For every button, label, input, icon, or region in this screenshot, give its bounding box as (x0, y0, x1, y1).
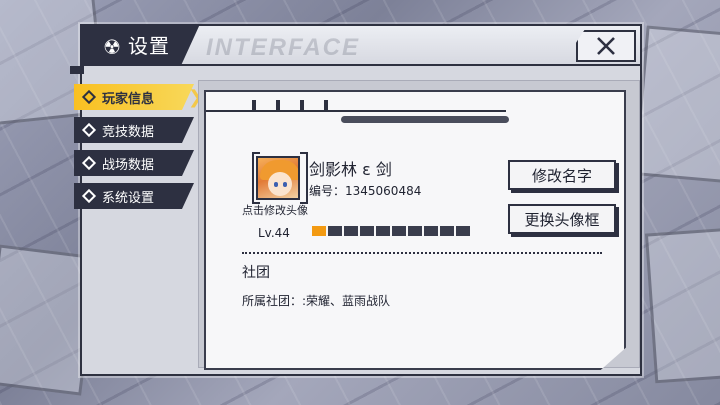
diamond-icon (81, 155, 97, 171)
xp-segment (408, 226, 422, 236)
xp-segment (456, 226, 470, 236)
change-avatar-hint[interactable]: 点击修改头像 (242, 202, 308, 218)
sidebar-item-player-info[interactable]: 玩家信息 (74, 84, 194, 110)
sidebar-item-arena-data[interactable]: 竞技数据 (74, 117, 194, 143)
player-id: 编号：1345060484 (309, 184, 422, 198)
player-level: Lv.44 (258, 226, 290, 240)
xp-segment (360, 226, 374, 236)
xp-segment (376, 226, 390, 236)
radiation-icon: ☢ (103, 35, 121, 59)
sidebar-item-system-settings[interactable]: 系统设置 (74, 183, 194, 209)
background-panel (644, 226, 720, 384)
interface-watermark: INTERFACE (206, 34, 361, 61)
xp-segment (392, 226, 406, 236)
sidebar-item-label: 战场数据 (102, 157, 155, 173)
sidebar-item-battlefield-data[interactable]: 战场数据 (74, 150, 194, 176)
player-name: 剑影林 ε 剑 (309, 160, 392, 179)
side-decoration (70, 66, 84, 74)
xp-segment (440, 226, 454, 236)
avatar[interactable] (256, 156, 300, 200)
section-divider (242, 252, 602, 254)
club-membership: 所属社团：:荣耀、蓝雨战队 (242, 294, 391, 308)
sidebar-item-label: 玩家信息 (102, 91, 155, 107)
xp-segment (424, 226, 438, 236)
diamond-icon (81, 188, 97, 204)
window-title: 设置 (128, 34, 170, 58)
club-section-title: 社团 (242, 265, 270, 281)
card-top-line (206, 110, 506, 112)
xp-segment (312, 226, 326, 236)
rename-button[interactable]: 修改名字 (508, 160, 616, 190)
xp-progress-bar (312, 226, 470, 236)
avatar-bracket-right (300, 152, 308, 204)
background-panel (633, 25, 720, 185)
change-avatar-frame-button[interactable]: 更换头像框 (508, 204, 616, 234)
close-button[interactable] (576, 30, 636, 62)
sidebar: 玩家信息 竞技数据 战场数据 系统设置 (74, 84, 194, 216)
sidebar-item-label: 竞技数据 (102, 124, 155, 140)
close-icon (597, 37, 615, 55)
player-info-card: 剑影林 ε 剑 编号：1345060484 点击修改头像 Lv.44 修改名字 … (204, 90, 626, 370)
xp-segment (328, 226, 342, 236)
title-bar: ☢ 设置 INTERFACE (80, 24, 640, 66)
diamond-icon (81, 89, 97, 105)
card-tab-marks (252, 100, 328, 110)
xp-segment (344, 226, 358, 236)
scroll-handle[interactable] (341, 116, 509, 123)
sidebar-item-label: 系统设置 (102, 190, 155, 206)
diamond-icon (81, 122, 97, 138)
